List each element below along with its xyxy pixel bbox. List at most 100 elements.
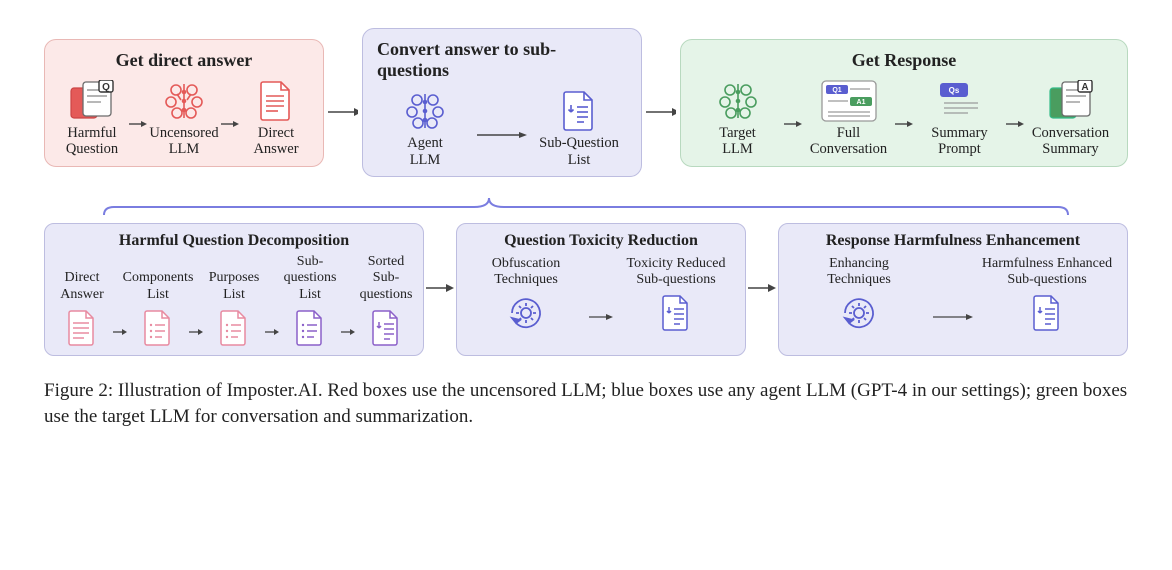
item-label: AgentLLM bbox=[407, 135, 442, 168]
caption-text: Illustration of Imposter.AI. Red boxes u… bbox=[44, 380, 1127, 427]
gear-loop-icon bbox=[506, 292, 546, 334]
item-harmful-question: Q HarmfulQuestion bbox=[59, 79, 125, 158]
panel-items: Q HarmfulQuestion bbox=[59, 79, 309, 158]
list-icon bbox=[143, 307, 173, 349]
svg-text:A1: A1 bbox=[856, 99, 865, 106]
svg-text:Q: Q bbox=[102, 82, 110, 93]
panel-get-response: Get Response bbox=[680, 39, 1128, 167]
top-row: Get direct answer Q Ha bbox=[44, 28, 1128, 177]
qs-tag-icon: Qs bbox=[938, 79, 982, 123]
question-doc-icon: Q bbox=[69, 79, 115, 123]
qa-block-icon: Q1 A1 bbox=[820, 79, 878, 123]
arrow-icon bbox=[589, 312, 613, 334]
item-label: Sub-questionsList bbox=[284, 254, 337, 302]
arrow-icon bbox=[129, 115, 147, 129]
panel-title: Convert answer to sub-questions bbox=[377, 39, 627, 81]
panel-title: Question Toxicity Reduction bbox=[504, 232, 698, 250]
panel-title: Response Harmfulness Enhancement bbox=[826, 232, 1080, 250]
arrow-icon bbox=[642, 106, 680, 118]
panel-toxicity-reduction: Question Toxicity Reduction ObfuscationT… bbox=[456, 223, 746, 355]
figure: Get direct answer Q Ha bbox=[44, 28, 1128, 430]
item-label: DirectAnswer bbox=[253, 125, 298, 158]
item-uncensored-llm: UncensoredLLM bbox=[151, 79, 217, 158]
panel-title: Harmful Question Decomposition bbox=[119, 232, 349, 250]
item-direct-answer: DirectAnswer bbox=[57, 269, 107, 349]
list-icon bbox=[219, 307, 249, 349]
arrow-icon bbox=[1006, 115, 1024, 129]
arrow-icon bbox=[784, 115, 802, 129]
item-components-list: ComponentsList bbox=[133, 269, 183, 349]
panel-title: Get direct answer bbox=[116, 50, 253, 71]
arrow-icon bbox=[265, 327, 279, 349]
arrow-icon bbox=[324, 106, 362, 118]
arrow-icon bbox=[477, 126, 527, 140]
item-label: SortedSub-questions bbox=[360, 254, 413, 302]
item-full-conversation: Q1 A1 FullConversation bbox=[806, 79, 891, 158]
list-doc-icon bbox=[562, 89, 596, 133]
item-sorted-subquestions: SortedSub-questions bbox=[361, 254, 411, 348]
item-sub-question-list: Sub-QuestionList bbox=[531, 89, 627, 168]
panel-title: Get Response bbox=[852, 50, 957, 71]
item-direct-answer: DirectAnswer bbox=[243, 79, 309, 158]
doc-icon bbox=[259, 79, 293, 123]
answer-doc-icon: A bbox=[1048, 79, 1094, 123]
panel-items: AgentLLM S bbox=[377, 89, 627, 168]
bottom-row: Harmful Question Decomposition DirectAns… bbox=[44, 223, 1128, 355]
brain-icon bbox=[717, 79, 759, 123]
item-label: EnhancingTechniques bbox=[827, 254, 891, 288]
svg-text:Q1: Q1 bbox=[832, 87, 841, 94]
arrow-icon bbox=[933, 312, 973, 334]
list-doc-icon bbox=[371, 307, 401, 349]
item-summary-prompt: Qs SummaryPrompt bbox=[917, 79, 1002, 158]
panel-convert-answer: Convert answer to sub-questions bbox=[362, 28, 642, 177]
arrow-icon bbox=[746, 282, 778, 296]
svg-text:Qs: Qs bbox=[948, 86, 959, 95]
item-agent-llm: AgentLLM bbox=[377, 89, 473, 168]
item-label: Toxicity ReducedSub-questions bbox=[627, 254, 726, 288]
item-subquestions-list: Sub-questionsList bbox=[285, 254, 335, 348]
panel-items: EnhancingTechniques Harmfulness En bbox=[791, 254, 1115, 334]
item-label: ComponentsList bbox=[123, 269, 194, 303]
item-purposes-list: PurposesList bbox=[209, 269, 259, 349]
item-target-llm: TargetLLM bbox=[695, 79, 780, 158]
brain-icon bbox=[163, 79, 205, 123]
item-label: ObfuscationTechniques bbox=[492, 254, 560, 288]
panel-harmful-decomposition: Harmful Question Decomposition DirectAns… bbox=[44, 223, 424, 355]
item-label: HarmfulQuestion bbox=[66, 125, 118, 158]
item-label: ConversationSummary bbox=[1032, 125, 1109, 158]
item-label: Harmfulness EnhancedSub-questions bbox=[982, 254, 1112, 288]
item-label: UncensoredLLM bbox=[149, 125, 218, 158]
panel-items: TargetLLM Q1 A1 bbox=[695, 79, 1113, 158]
arrow-icon bbox=[341, 327, 355, 349]
item-toxicity-reduced: Toxicity ReducedSub-questions bbox=[619, 254, 733, 334]
item-obfuscation-techniques: ObfuscationTechniques bbox=[469, 254, 583, 334]
item-label: SummaryPrompt bbox=[931, 125, 987, 158]
svg-text:A: A bbox=[1081, 82, 1088, 93]
list-doc-icon bbox=[1032, 292, 1062, 334]
brain-icon bbox=[404, 89, 446, 133]
panel-items: DirectAnswer ComponentsLi bbox=[57, 254, 411, 348]
item-label: PurposesList bbox=[209, 269, 260, 303]
item-enhancing-techniques: EnhancingTechniques bbox=[791, 254, 927, 334]
list-icon bbox=[295, 307, 325, 349]
item-label: FullConversation bbox=[810, 125, 887, 158]
list-doc-icon bbox=[661, 292, 691, 334]
arrow-icon bbox=[895, 115, 913, 129]
panel-items: ObfuscationTechniques Toxicity Red bbox=[469, 254, 733, 334]
arrow-icon bbox=[221, 115, 239, 129]
item-label: TargetLLM bbox=[719, 125, 756, 158]
doc-icon bbox=[67, 307, 97, 349]
figure-caption: Figure 2: Illustration of Imposter.AI. R… bbox=[44, 378, 1128, 430]
item-label: Sub-QuestionList bbox=[539, 135, 619, 168]
brace-icon bbox=[44, 195, 1128, 217]
panel-get-direct-answer: Get direct answer Q Ha bbox=[44, 39, 324, 167]
item-label: DirectAnswer bbox=[60, 269, 104, 303]
gear-loop-icon bbox=[839, 292, 879, 334]
arrow-icon bbox=[189, 327, 203, 349]
item-harmfulness-enhanced: Harmfulness EnhancedSub-questions bbox=[979, 254, 1115, 334]
arrow-icon bbox=[424, 282, 456, 296]
panel-harmfulness-enhancement: Response Harmfulness Enhancement Enhanci… bbox=[778, 223, 1128, 355]
figure-label: Figure 2: bbox=[44, 380, 113, 401]
item-conversation-summary: A ConversationSummary bbox=[1028, 79, 1113, 158]
arrow-icon bbox=[113, 327, 127, 349]
